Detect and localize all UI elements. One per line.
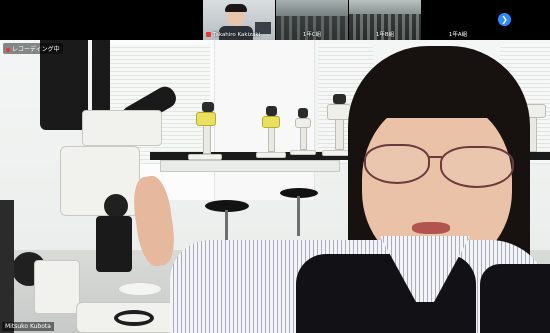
participant-strip: Takahiro Kakizaki 1年C組 1年B組 1年A組 ❯ [0,0,550,40]
stage-plate [118,282,162,296]
mouth [412,222,450,234]
participant-tile-class-a[interactable]: 1年A組 [422,0,494,40]
chevron-right-icon: ❯ [501,15,508,24]
participant-hair [225,4,247,12]
glasses-right-lens [440,146,514,188]
glasses-left-lens [364,144,430,184]
mic-muted-icon [206,32,211,37]
speaker-name-label: Mitsuko Kubota [2,322,54,331]
main-speaker-video: Mitsuko Kubota [0,40,550,333]
participant-name: 1年C組 [302,32,322,38]
recording-dot-icon [6,47,10,52]
glasses-bridge [428,156,442,158]
lab-stool-leg [297,196,300,236]
participant-name: 1年A組 [448,32,468,38]
participant-tile-empty[interactable] [0,0,202,40]
black-vest-right [480,264,550,333]
participant-name: Takahiro Kakizaki [206,32,260,38]
participant-tile-class-b[interactable]: 1年B組 [349,0,421,40]
participant-name: 1年B組 [375,32,395,38]
lab-bench-front [160,160,340,172]
stage-ring [114,310,154,326]
participant-tile-kakizaki[interactable]: Takahiro Kakizaki [203,0,275,40]
next-page-button[interactable]: ❯ [498,13,511,26]
zoom-meeting-window: Takahiro Kakizaki 1年C組 1年B組 1年A組 ❯ Mitsu… [0,0,550,333]
participant-tile-class-c[interactable]: 1年C組 [276,0,348,40]
recording-indicator[interactable]: レコーディング中 [3,43,63,54]
